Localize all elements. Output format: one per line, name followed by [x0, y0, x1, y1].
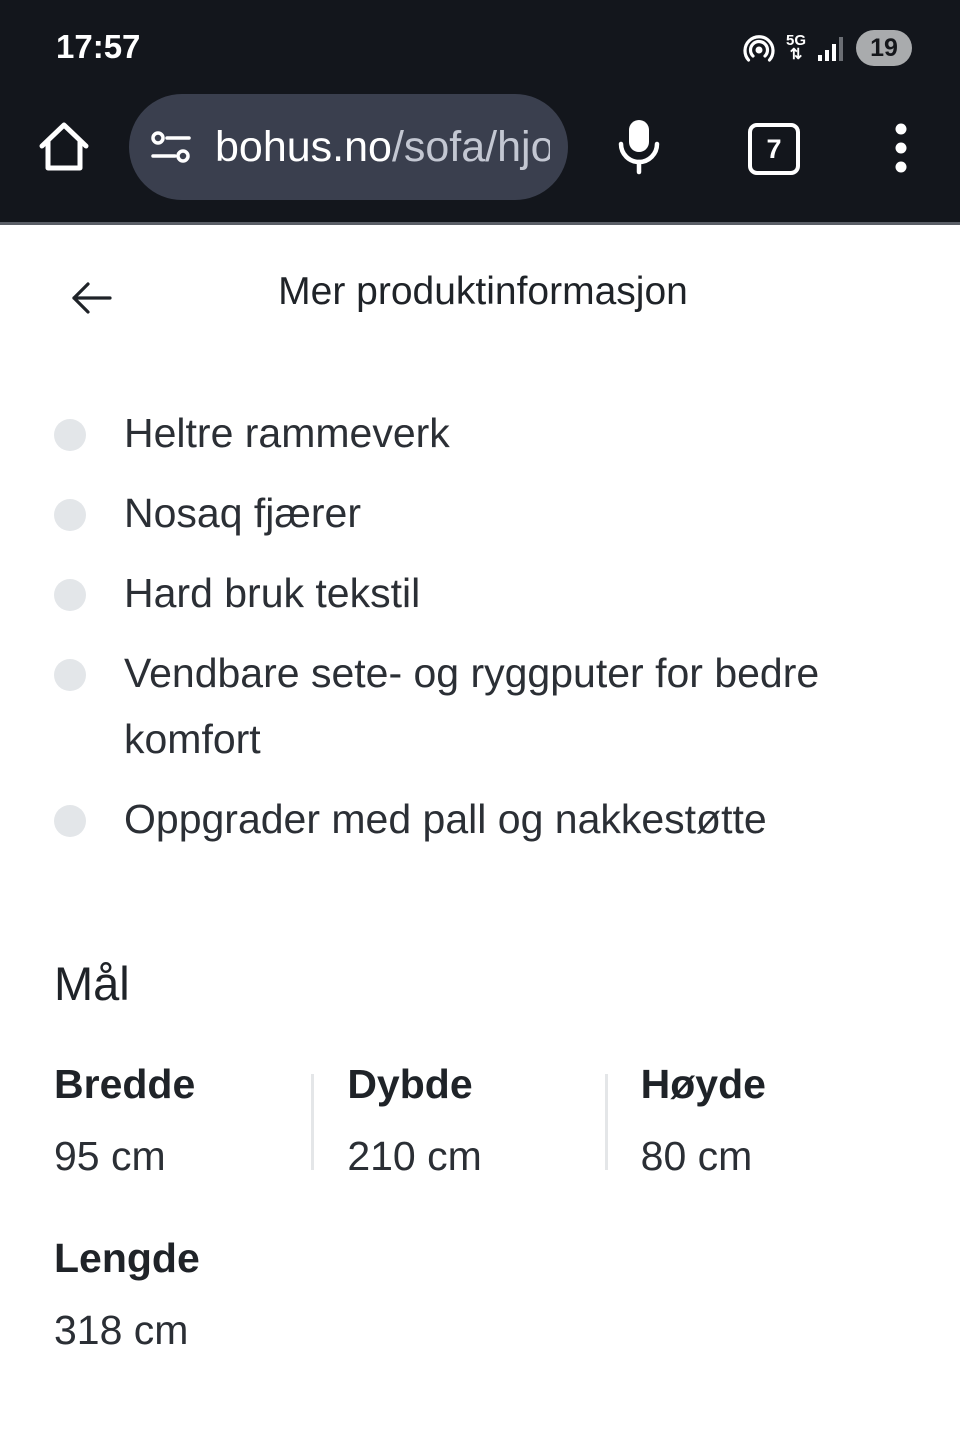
dimension-label: Dybde	[347, 1061, 473, 1107]
dimension-label: Lengde	[54, 1235, 200, 1281]
network-label: 5G	[785, 32, 806, 49]
dimensions-row: Lengde 318 cm	[54, 1230, 934, 1370]
feature-list: Heltre rammeverk Nosaq fjærer Hard bruk …	[54, 400, 914, 866]
dimension-value: 80 cm	[640, 1133, 753, 1179]
feature-text: Vendbare sete- og ryggputer for bedre ko…	[124, 650, 820, 762]
feature-text: Hard bruk tekstil	[124, 570, 421, 616]
dimensions-title: Mål	[54, 957, 130, 1010]
home-icon[interactable]	[34, 116, 94, 176]
dimension-value: 210 cm	[347, 1133, 482, 1179]
dimension-length: Lengde 318 cm	[54, 1230, 362, 1370]
feature-item: Vendbare sete- og ryggputer for bedre ko…	[54, 640, 914, 772]
dimensions-grid: Bredde 95 cm Dybde 210 cm Høyde 80 cm Le…	[54, 1056, 934, 1370]
url-text[interactable]: bohus.no/sofa/hjo	[215, 123, 550, 172]
toolbar-divider	[0, 222, 960, 225]
status-time: 17:57	[56, 28, 141, 65]
url-path: /sofa/hjo	[391, 122, 550, 171]
browser-chrome: 17:57 5G ⇅ 19 bohus.no/sofa/hjo 7	[0, 0, 960, 222]
mic-icon[interactable]	[614, 116, 664, 176]
bullet-icon	[54, 659, 86, 691]
status-icons: 5G ⇅ 19	[742, 28, 912, 68]
battery-indicator: 19	[856, 30, 912, 66]
hotspot-icon	[743, 35, 775, 62]
dimension-value: 318 cm	[54, 1307, 189, 1353]
more-vert-icon[interactable]	[888, 122, 914, 174]
dimension-width: Bredde 95 cm	[54, 1056, 347, 1196]
tabs-button[interactable]: 7	[748, 123, 800, 175]
dimension-label: Høyde	[640, 1061, 766, 1107]
bullet-icon	[54, 579, 86, 611]
dimensions-row: Bredde 95 cm Dybde 210 cm Høyde 80 cm	[54, 1056, 934, 1196]
feature-item: Heltre rammeverk	[54, 400, 914, 466]
feature-text: Heltre rammeverk	[124, 410, 450, 456]
bullet-icon	[54, 419, 86, 451]
page-title: Mer produktinformasjon	[278, 270, 688, 313]
feature-text: Nosaq fjærer	[124, 490, 361, 536]
tab-count: 7	[766, 133, 782, 164]
network-5g-icon: 5G ⇅	[785, 32, 806, 63]
feature-item: Hard bruk tekstil	[54, 560, 914, 626]
bullet-icon	[54, 499, 86, 531]
url-host: bohus.no	[215, 122, 392, 171]
signal-icon	[818, 37, 843, 61]
feature-text: Oppgrader med pall og nakkestøtte	[124, 796, 767, 842]
feature-item: Nosaq fjærer	[54, 480, 914, 546]
url-bar[interactable]: bohus.no/sofa/hjo	[129, 94, 568, 200]
dimension-label: Bredde	[54, 1061, 196, 1107]
dimension-value: 95 cm	[54, 1133, 166, 1179]
dimension-height: Høyde 80 cm	[604, 1056, 934, 1196]
dimension-depth: Dybde 210 cm	[311, 1056, 640, 1196]
feature-item: Oppgrader med pall og nakkestøtte	[54, 786, 914, 852]
tune-icon[interactable]	[149, 127, 193, 167]
bullet-icon	[54, 805, 86, 837]
